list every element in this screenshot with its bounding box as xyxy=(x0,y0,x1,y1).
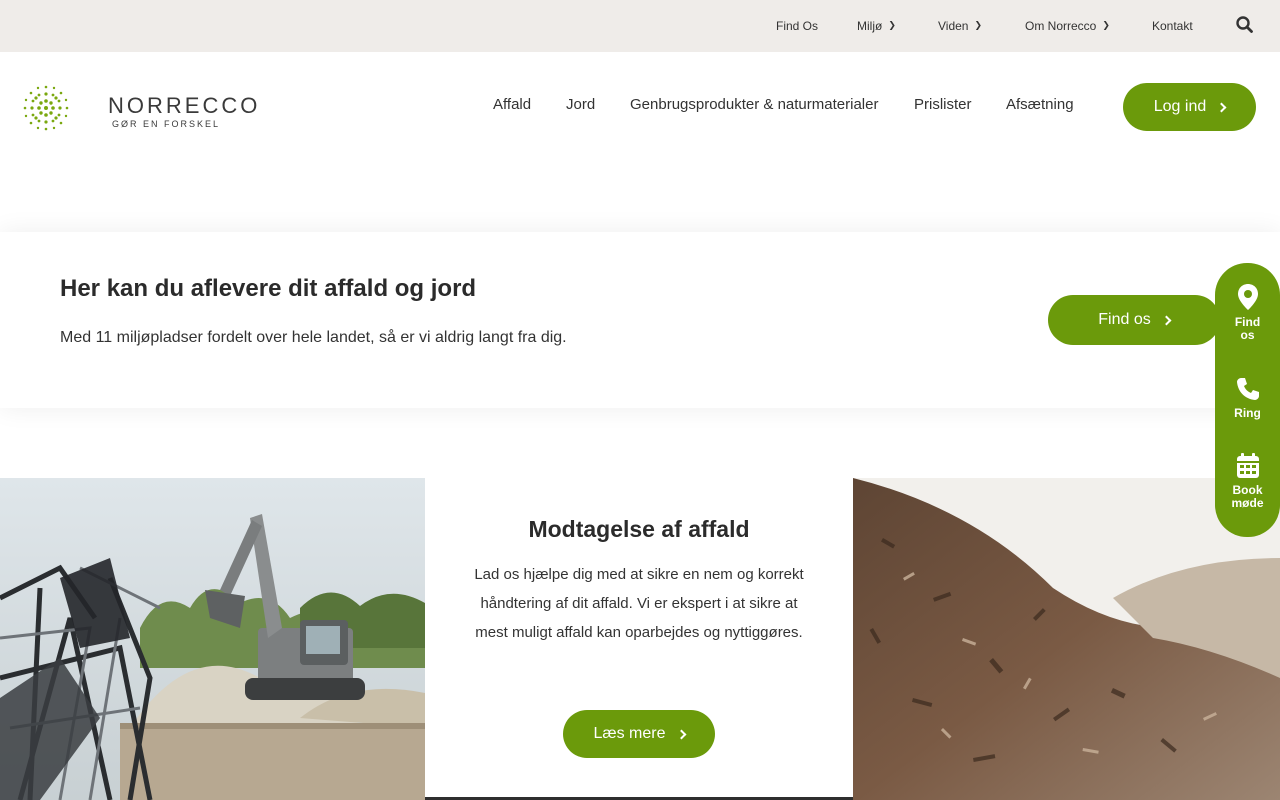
utility-link-om-norrecco[interactable]: Om Norrecco ❯ xyxy=(1025,0,1110,52)
scrap-yard-image xyxy=(0,478,425,800)
card-text: Lad os hjælpe dig med at sikre en nem og… xyxy=(474,566,804,641)
quick-actions-panel: Find os Ring Book møde xyxy=(1215,263,1280,537)
nav-prislister[interactable]: Prislister xyxy=(914,96,972,113)
search-icon[interactable] xyxy=(1234,14,1256,36)
utility-link-label: Kontakt xyxy=(1152,19,1193,33)
find-us-text: Med 11 miljøpladser fordelt over hele la… xyxy=(60,329,567,346)
utility-link-label: Om Norrecco xyxy=(1025,19,1097,33)
utility-link-miljo[interactable]: Miljø ❯ xyxy=(857,0,896,52)
utility-link-find-os[interactable]: Find Os xyxy=(776,0,818,52)
norrecco-logo[interactable]: NORRECCO GØR EN FORSKEL xyxy=(20,82,257,134)
side-item-label: os xyxy=(1240,328,1255,342)
find-us-title: Her kan du aflevere dit affald og jord xyxy=(60,275,477,302)
logo-tagline: GØR EN FORSKEL xyxy=(112,119,221,129)
chevron-right-icon xyxy=(1161,315,1172,325)
affald-card: Modtagelse af affald Lad os hjælpe dig m… xyxy=(425,478,853,800)
nav-afsaetning[interactable]: Afsætning xyxy=(1006,96,1074,113)
find-us-button[interactable]: Find os xyxy=(1048,295,1220,345)
side-item-label: møde xyxy=(1231,496,1264,510)
logo-wordmark: NORRECCO xyxy=(108,93,261,118)
chevron-right-icon xyxy=(676,729,686,739)
logo-mark-icon xyxy=(23,85,69,131)
utility-link-kontakt[interactable]: Kontakt xyxy=(1152,0,1193,52)
side-item-label: Ring xyxy=(1234,406,1261,420)
find-us-band: Her kan du aflevere dit affald og jord M… xyxy=(0,232,1280,408)
utility-link-viden[interactable]: Viden ❯ xyxy=(938,0,982,52)
read-more-button[interactable]: Læs mere xyxy=(563,710,715,758)
side-find-os-button[interactable]: Find os xyxy=(1215,283,1280,342)
chevron-right-icon xyxy=(1216,102,1227,112)
nav-jord[interactable]: Jord xyxy=(566,96,595,113)
card-title: Modtagelse af affald xyxy=(528,516,750,542)
calendar-icon xyxy=(1236,453,1259,478)
phone-icon xyxy=(1236,378,1259,400)
utility-link-label: Find Os xyxy=(776,19,819,33)
side-book-mode-button[interactable]: Book møde xyxy=(1215,452,1280,510)
chevron-down-icon: ❯ xyxy=(888,19,896,30)
utility-bar: Find Os Miljø ❯ Viden ❯ Om Norrecco ❯ Konta… xyxy=(0,0,1280,52)
map-pin-icon xyxy=(1237,284,1258,310)
login-button-label: Log ind xyxy=(1153,98,1207,115)
utility-link-label: Viden xyxy=(938,19,969,33)
read-more-button-label: Læs mere xyxy=(593,725,666,742)
site-header: NORRECCO GØR EN FORSKEL Affald Jord Genb… xyxy=(0,52,1280,162)
find-us-button-label: Find os xyxy=(1098,311,1151,328)
side-ring-button[interactable]: Ring xyxy=(1215,376,1280,420)
chevron-down-icon: ❯ xyxy=(974,19,983,30)
chevron-down-icon: ❯ xyxy=(1102,19,1110,30)
nav-genbrugsprodukter[interactable]: Genbrugsprodukter & naturmaterialer xyxy=(630,96,878,113)
nav-affald[interactable]: Affald xyxy=(493,96,531,113)
wood-chips-image xyxy=(853,478,1280,800)
login-button[interactable]: Log ind xyxy=(1123,83,1256,131)
utility-link-label: Miljø xyxy=(857,19,883,33)
